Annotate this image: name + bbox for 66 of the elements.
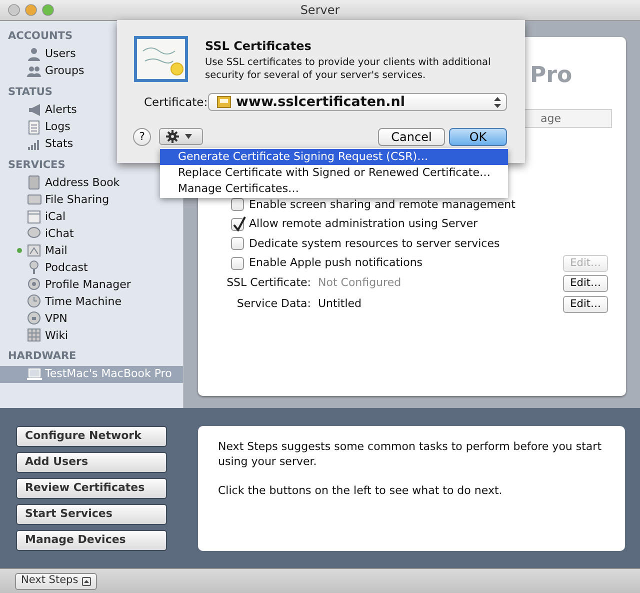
menu-item[interactable]: Generate Certificate Signing Request (CSR)…: [160, 149, 508, 165]
caret-icon: [185, 134, 192, 139]
dialog-title: SSL Certificates: [205, 38, 312, 55]
next-step-button[interactable]: Configure Network: [16, 426, 167, 447]
zoom-button[interactable]: [42, 4, 54, 16]
field-value: Untitled: [318, 296, 362, 312]
up-down-arrows-icon: [494, 96, 501, 108]
checkbox[interactable]: [231, 198, 244, 212]
sidebar-item[interactable]: Time Machine: [0, 293, 183, 310]
next-step-button[interactable]: Review Certificates: [16, 478, 167, 499]
sidebar-item[interactable]: Wiki: [0, 327, 183, 344]
checkbox-label: Dedicate system resources to server services: [249, 236, 500, 252]
dialog-description: Use SSL certificates to provide your clients with additional security for several of your server's services.: [205, 57, 492, 82]
checkbox-label: Allow remote administration using Server: [249, 216, 478, 232]
ok-button[interactable]: OK: [449, 128, 507, 146]
field-label: Service Data:: [236, 296, 311, 312]
certificate-drawing: [133, 35, 189, 83]
field-value: Not Configured: [318, 275, 402, 292]
megaphone-icon: [27, 102, 42, 118]
info-text: Click the buttons on the left to see what to do next.: [218, 484, 504, 499]
info-text: Next Steps suggests some common tasks to perform before you start using your server.: [218, 440, 603, 470]
cancel-button[interactable]: Cancel: [378, 128, 445, 146]
calendar-icon: [27, 209, 42, 224]
next-steps-button[interactable]: Next Steps: [15, 572, 98, 590]
sidebar-item[interactable]: Profile Manager: [0, 276, 183, 294]
checkbox[interactable]: [231, 256, 244, 270]
next-step-button[interactable]: Manage Devices: [16, 530, 167, 551]
sidebar-item[interactable]: Mail: [0, 242, 183, 260]
certificate-label: Certificate:: [144, 94, 208, 111]
sidebar-item[interactable]: Users: [0, 46, 183, 63]
sidebar-item[interactable]: iChat: [0, 225, 183, 242]
people-icon: [27, 64, 42, 79]
sidebar-section-header: SERVICES: [7, 158, 66, 172]
checkbox-label: Enable Apple push notifications: [249, 255, 423, 271]
certificate-popup[interactable]: www.sslcertificaten.nl: [208, 93, 507, 111]
next-step-button[interactable]: Add Users: [16, 452, 167, 473]
checkbox[interactable]: [231, 237, 244, 250]
close-button[interactable]: [8, 4, 20, 16]
window-title: Server: [300, 3, 340, 17]
person-icon: [27, 46, 42, 62]
up-arrow-icon: [82, 576, 92, 586]
sidebar-section-header: ACCOUNTS: [7, 29, 74, 44]
sidebar-section-header: STATUS: [7, 84, 54, 100]
checkbox-label: Enable screen sharing and remote management: [249, 196, 516, 212]
sidebar-section-header: HARDWARE: [7, 349, 78, 364]
sidebar-item[interactable]: Podcast: [0, 259, 183, 276]
menu-item[interactable]: Replace Certificate with Signed or Renewed Certificate…: [160, 165, 508, 181]
laptop-icon: [27, 367, 42, 382]
page-heading: Pro: [530, 62, 572, 90]
edit-button[interactable]: Edit…: [563, 296, 608, 313]
clock-icon: [27, 294, 42, 310]
minimize-button[interactable]: [25, 4, 37, 16]
certificate-icon: [217, 96, 231, 108]
field-label: SSL Certificate:: [226, 275, 311, 292]
tab[interactable]: age: [534, 110, 611, 127]
sidebar-item[interactable]: iCal: [0, 208, 183, 226]
document-icon: [27, 120, 42, 134]
edit-button[interactable]: Edit…: [563, 275, 608, 292]
grid-icon: [27, 328, 42, 344]
next-step-button[interactable]: Start Services: [16, 504, 167, 525]
sidebar-item[interactable]: VPN: [0, 310, 183, 328]
gear-menu-button[interactable]: [159, 128, 203, 145]
check-mark-icon: [232, 216, 246, 232]
sidebar-item[interactable]: Groups: [0, 62, 183, 80]
checkbox[interactable]: [231, 218, 244, 231]
help-button[interactable]: ?: [133, 128, 151, 146]
